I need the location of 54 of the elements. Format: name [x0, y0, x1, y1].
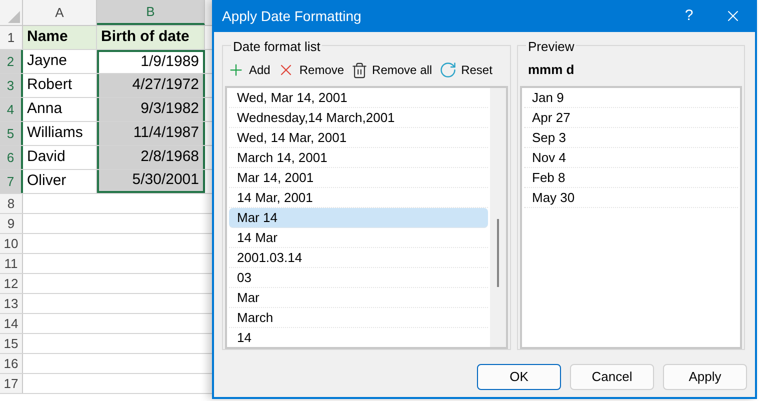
dialog-button[interactable]: OK — [477, 364, 561, 390]
row-header[interactable]: 6 — [0, 146, 23, 169]
table-cell: 1/9/1989 — [97, 50, 205, 73]
toolbar-button[interactable]: Remove all — [351, 61, 432, 79]
list-item[interactable]: Wed, Mar 14, 2001 — [229, 88, 488, 108]
row-header[interactable]: 11 — [0, 254, 23, 273]
list-item: Sep 3 — [524, 128, 738, 148]
list-item[interactable]: Wed, 14 Mar, 2001 — [229, 128, 488, 148]
dialog-button[interactable]: Cancel — [570, 364, 654, 390]
row-header[interactable]: 13 — [0, 294, 23, 313]
row-header[interactable]: 14 — [0, 314, 23, 333]
row-header[interactable]: 4 — [0, 98, 23, 121]
window-title: Apply Date Formatting — [222, 6, 362, 26]
table-cell: 9/3/1982 — [97, 98, 205, 121]
row-header[interactable]: 5 — [0, 122, 23, 145]
table-cell: Birth of date — [97, 26, 205, 49]
list-item: Apr 27 — [524, 108, 738, 128]
table-cell: 5/30/2001 — [97, 170, 205, 193]
list-item: Nov 4 — [524, 148, 738, 168]
toolbar-button[interactable]: Reset — [439, 61, 492, 79]
row-header[interactable]: 15 — [0, 334, 23, 353]
toolbar-button[interactable]: Add — [227, 61, 270, 79]
row-header[interactable]: 9 — [0, 214, 23, 233]
list-item: Feb 8 — [524, 168, 738, 188]
list-item[interactable]: March — [229, 308, 488, 328]
list-item[interactable]: 14 — [229, 328, 488, 347]
list-item: May 30 — [524, 188, 738, 208]
table-cell: Name — [23, 26, 97, 49]
list-item[interactable]: 2001.03.14 — [229, 248, 488, 268]
column-header[interactable]: B — [97, 0, 205, 25]
help-button[interactable]: ? — [667, 0, 711, 32]
list-item[interactable]: March 14, 2001 — [229, 148, 488, 168]
list-item[interactable]: 03 — [229, 268, 488, 288]
list-item[interactable]: Mar 14, 2001 — [229, 168, 488, 188]
row-header[interactable]: 16 — [0, 354, 23, 373]
row-header[interactable]: 7 — [0, 170, 23, 193]
row-header[interactable]: 8 — [0, 194, 23, 213]
list-item[interactable]: Mar 14 — [229, 208, 488, 228]
table-cell: 4/27/1972 — [97, 74, 205, 97]
row-header[interactable]: 12 — [0, 274, 23, 293]
list-item[interactable]: Mar — [229, 288, 488, 308]
row-header[interactable]: 3 — [0, 74, 23, 97]
row-header[interactable]: 10 — [0, 234, 23, 253]
list-item: Jan 9 — [524, 88, 738, 108]
table-cell: 2/8/1968 — [97, 146, 205, 169]
format-label: mmm d — [528, 61, 574, 80]
list-item[interactable]: 14 Mar — [229, 228, 488, 248]
row-header[interactable]: 17 — [0, 374, 23, 393]
list-item[interactable]: Wednesday,14 March,2001 — [229, 108, 488, 128]
toolbar-button[interactable]: Remove — [277, 61, 344, 79]
row-header[interactable]: 1 — [0, 26, 23, 49]
dialog-button[interactable]: Apply — [663, 364, 747, 390]
table-cell: 11/4/1987 — [97, 122, 205, 145]
row-header[interactable]: 2 — [0, 50, 23, 73]
